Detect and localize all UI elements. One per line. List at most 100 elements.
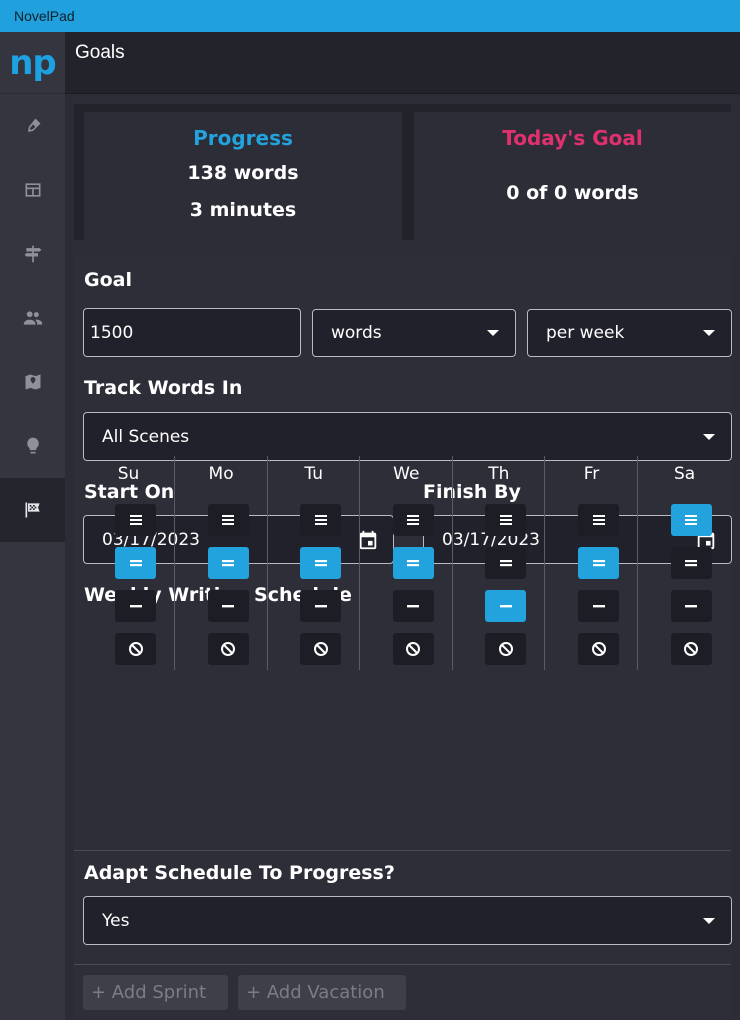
add-vacation-button[interactable]: + Add Vacation bbox=[238, 975, 406, 1010]
one-line-icon bbox=[592, 605, 605, 608]
progress-title: Progress bbox=[193, 126, 293, 150]
sidebar-item-people[interactable] bbox=[0, 286, 65, 350]
schedule-medium-button[interactable] bbox=[300, 547, 342, 579]
day-column-tu: Tu bbox=[268, 456, 361, 670]
schedule-low-button[interactable] bbox=[300, 590, 342, 622]
schedule-low-button[interactable] bbox=[392, 590, 434, 622]
schedule-none-button[interactable] bbox=[207, 633, 249, 665]
schedule-medium-button[interactable] bbox=[670, 547, 712, 579]
chevron-down-icon bbox=[703, 433, 715, 440]
two-lines-icon bbox=[499, 560, 512, 567]
schedule-high-button[interactable] bbox=[207, 504, 249, 536]
signpost-icon bbox=[24, 245, 41, 263]
one-line-icon bbox=[222, 605, 235, 608]
add-sprint-button[interactable]: + Add Sprint bbox=[83, 975, 228, 1010]
adapt-schedule-select[interactable]: Yes bbox=[83, 896, 732, 945]
schedule-high-button[interactable] bbox=[392, 504, 434, 536]
day-name: Sa bbox=[673, 464, 696, 484]
schedule-low-button[interactable] bbox=[578, 590, 619, 622]
day-column-we: We bbox=[361, 456, 453, 670]
goal-period-select[interactable]: per week bbox=[527, 309, 732, 357]
schedule-medium-button[interactable] bbox=[115, 547, 156, 579]
three-lines-icon bbox=[314, 515, 327, 525]
sidebar-item-pen[interactable] bbox=[0, 94, 65, 158]
chevron-down-icon bbox=[703, 330, 715, 336]
two-lines-icon bbox=[314, 560, 327, 567]
schedule-none-button[interactable] bbox=[115, 633, 156, 665]
map-icon bbox=[25, 374, 40, 390]
day-name: Th bbox=[488, 464, 510, 484]
schedule-none-button[interactable] bbox=[392, 633, 434, 665]
goals-panel: Progress 138 words 3 minutes Today's Goa… bbox=[65, 94, 740, 1020]
divider bbox=[74, 850, 731, 851]
pen-icon bbox=[27, 118, 40, 132]
two-lines-icon bbox=[129, 560, 142, 567]
three-lines-icon bbox=[592, 515, 605, 525]
goal-amount-input[interactable]: 1500 bbox=[83, 308, 301, 357]
adapt-schedule-value: Yes bbox=[102, 910, 130, 931]
schedule-high-button[interactable] bbox=[485, 504, 527, 536]
window-titlebar: NovelPad bbox=[0, 0, 740, 32]
sidebar-item-checkered-flag[interactable] bbox=[0, 478, 65, 542]
three-lines-icon bbox=[222, 515, 235, 525]
schedule-high-button[interactable] bbox=[115, 504, 156, 536]
none-icon bbox=[684, 642, 699, 656]
people-icon bbox=[23, 311, 42, 325]
schedule-low-button[interactable] bbox=[485, 590, 527, 622]
sidebar-item-signpost[interactable] bbox=[0, 222, 65, 286]
schedule-none-button[interactable] bbox=[578, 633, 619, 665]
weekly-schedule: Su Mo Tu We Th Fr Sa bbox=[83, 456, 731, 670]
schedule-medium-button[interactable] bbox=[578, 547, 619, 579]
schedule-none-button[interactable] bbox=[300, 633, 342, 665]
todays-goal-card: Today's Goal 0 of 0 words bbox=[414, 112, 731, 240]
goal-unit-select[interactable]: words bbox=[312, 309, 516, 357]
one-line-icon bbox=[499, 605, 512, 608]
sidebar-item-map[interactable] bbox=[0, 350, 65, 414]
stats-row: Progress 138 words 3 minutes Today's Goa… bbox=[74, 104, 731, 240]
schedule-medium-button[interactable] bbox=[207, 547, 249, 579]
todays-goal-title: Today's Goal bbox=[502, 126, 643, 150]
page-title: Goals bbox=[75, 42, 125, 63]
schedule-low-button[interactable] bbox=[670, 590, 712, 622]
day-name: Tu bbox=[304, 464, 323, 484]
day-column-sa: Sa bbox=[639, 456, 731, 670]
three-lines-icon bbox=[499, 515, 512, 525]
lightbulb-icon bbox=[26, 437, 39, 454]
checkered-flag-icon bbox=[25, 502, 40, 518]
track-words-value: All Scenes bbox=[102, 426, 190, 447]
day-column-su: Su bbox=[83, 456, 175, 670]
none-icon bbox=[498, 642, 513, 656]
one-line-icon bbox=[314, 605, 327, 608]
schedule-low-button[interactable] bbox=[207, 590, 249, 622]
app-logo[interactable]: np bbox=[0, 32, 65, 94]
sidebar-item-layout[interactable] bbox=[0, 158, 65, 222]
three-lines-icon bbox=[129, 515, 142, 525]
progress-minutes: 3 minutes bbox=[189, 199, 297, 221]
sidebar: np bbox=[0, 32, 65, 1020]
three-lines-icon bbox=[685, 515, 698, 525]
schedule-high-button[interactable] bbox=[578, 504, 619, 536]
none-icon bbox=[221, 642, 236, 656]
progress-words: 138 words bbox=[187, 162, 299, 184]
one-line-icon bbox=[407, 605, 420, 608]
track-label: Track Words In bbox=[84, 377, 243, 399]
page-header: Goals bbox=[65, 32, 740, 94]
chevron-down-icon bbox=[487, 330, 499, 336]
schedule-none-button[interactable] bbox=[485, 633, 527, 665]
layout-icon bbox=[25, 183, 40, 197]
day-name: Su bbox=[117, 464, 140, 484]
none-icon bbox=[591, 642, 606, 656]
sidebar-item-lightbulb[interactable] bbox=[0, 414, 65, 478]
schedule-high-button[interactable] bbox=[300, 504, 342, 536]
schedule-medium-button[interactable] bbox=[485, 547, 527, 579]
goal-label: Goal bbox=[84, 269, 132, 291]
schedule-low-button[interactable] bbox=[115, 590, 156, 622]
schedule-none-button[interactable] bbox=[670, 633, 712, 665]
goal-amount-value: 1500 bbox=[90, 322, 134, 343]
schedule-high-button[interactable] bbox=[670, 504, 712, 536]
track-words-select[interactable]: All Scenes bbox=[83, 412, 732, 461]
two-lines-icon bbox=[685, 560, 698, 567]
day-column-fr: Fr bbox=[546, 456, 638, 670]
adapt-label: Adapt Schedule To Progress? bbox=[84, 862, 395, 884]
schedule-medium-button[interactable] bbox=[392, 547, 434, 579]
